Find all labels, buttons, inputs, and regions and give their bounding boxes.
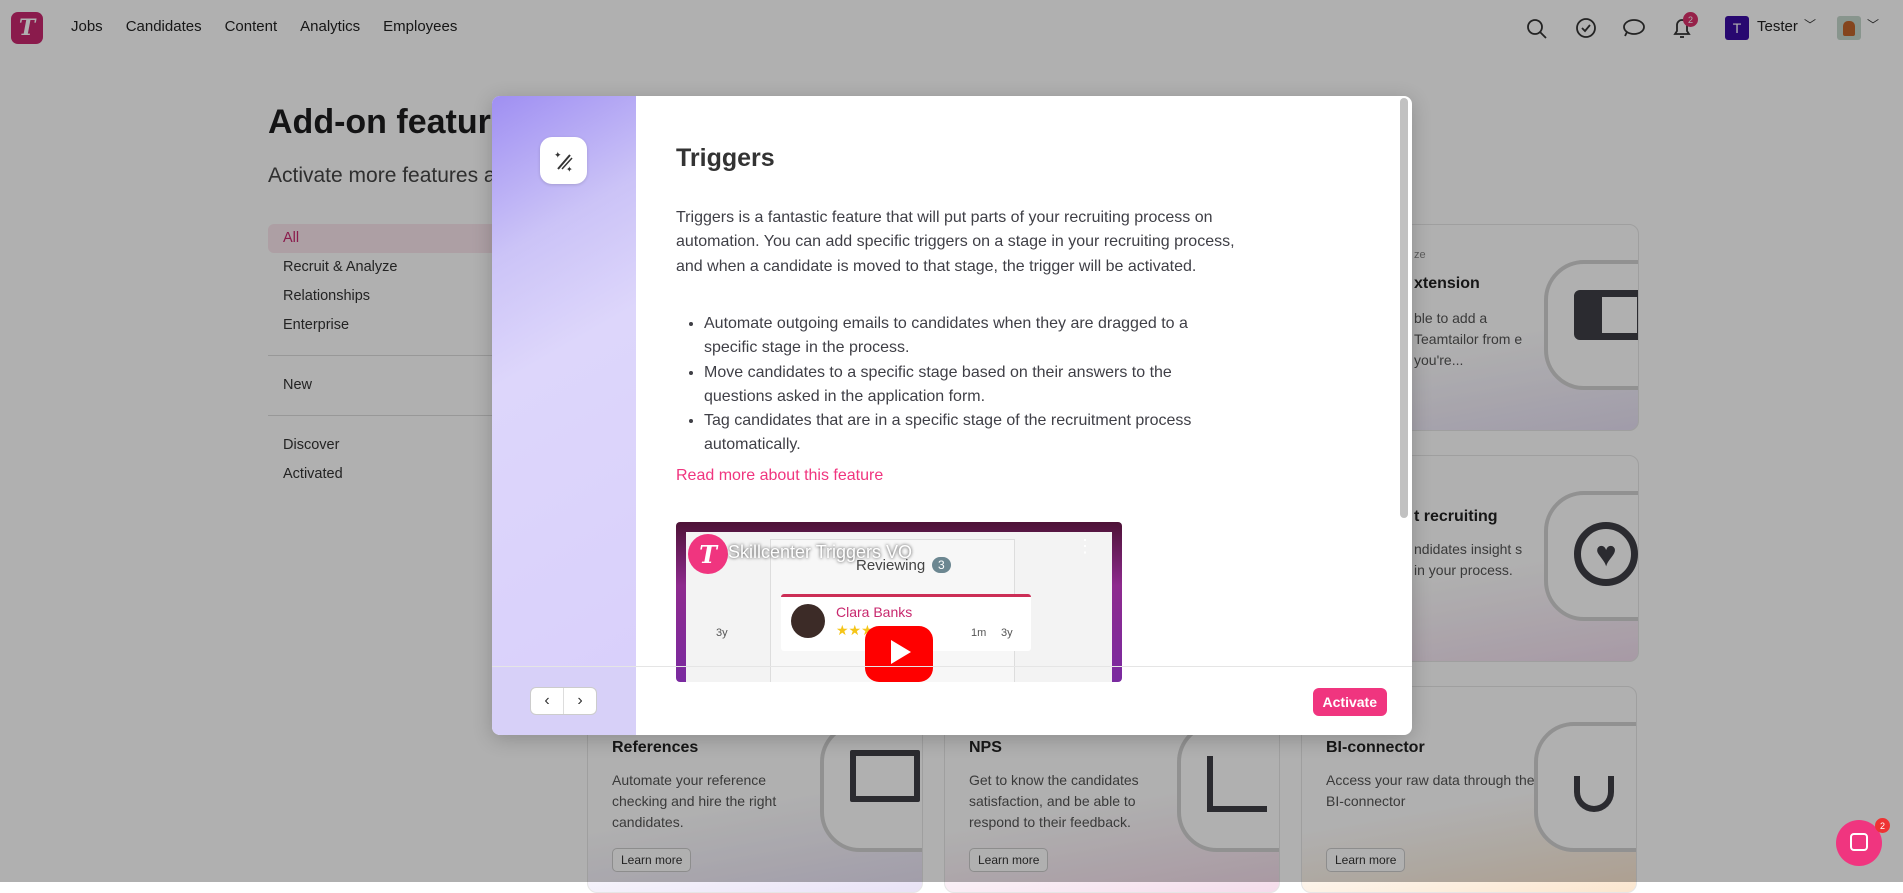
svg-text:✦: ✦ — [554, 150, 562, 160]
video-meta: 3y — [716, 627, 728, 639]
bullet-item: Tag candidates that are in a specific st… — [704, 409, 1244, 458]
magic-wand-icon: ✦ ✦ — [540, 137, 587, 184]
video-title[interactable]: Skillcenter Triggers VO — [728, 542, 912, 563]
chevron-right-icon[interactable]: › — [563, 688, 596, 714]
chevron-left-icon[interactable]: ‹ — [531, 688, 563, 714]
video-meta: 3y — [1001, 627, 1013, 639]
modal-scrollbar[interactable] — [1400, 98, 1408, 518]
modal-description: Triggers is a fantastic feature that wil… — [676, 209, 1235, 275]
video-count: 3 — [932, 557, 951, 573]
more-options-icon[interactable]: ⋮ — [1076, 536, 1094, 557]
video-candidate-name: Clara Banks — [836, 604, 913, 620]
video-meta: 1m — [971, 627, 987, 639]
activate-button[interactable]: Activate — [1312, 688, 1387, 716]
feature-modal: ✦ ✦ Triggers Triggers is a fantastic feat… — [492, 96, 1412, 735]
modal-content: Triggers Triggers is a fantastic feature… — [676, 96, 1366, 682]
pager: ‹ › — [530, 687, 597, 715]
feature-bullets: Automate outgoing emails to candidates w… — [704, 312, 1244, 458]
channel-logo: T — [688, 534, 728, 574]
bullet-item: Move candidates to a specific stage base… — [704, 361, 1244, 410]
modal-side-panel: ✦ ✦ — [492, 96, 636, 666]
video-player[interactable]: Reviewing 3 Clara Banks ★★★ 1m 3y 3y T S… — [676, 522, 1122, 682]
bullet-item: Automate outgoing emails to candidates w… — [704, 312, 1244, 361]
svg-text:✦: ✦ — [566, 165, 573, 173]
read-more-link[interactable]: Read more about this feature — [676, 467, 883, 485]
modal-title: Triggers — [676, 144, 775, 172]
modal-footer: ‹ › Activate — [492, 666, 1412, 735]
chat-badge: 2 — [1875, 818, 1890, 833]
